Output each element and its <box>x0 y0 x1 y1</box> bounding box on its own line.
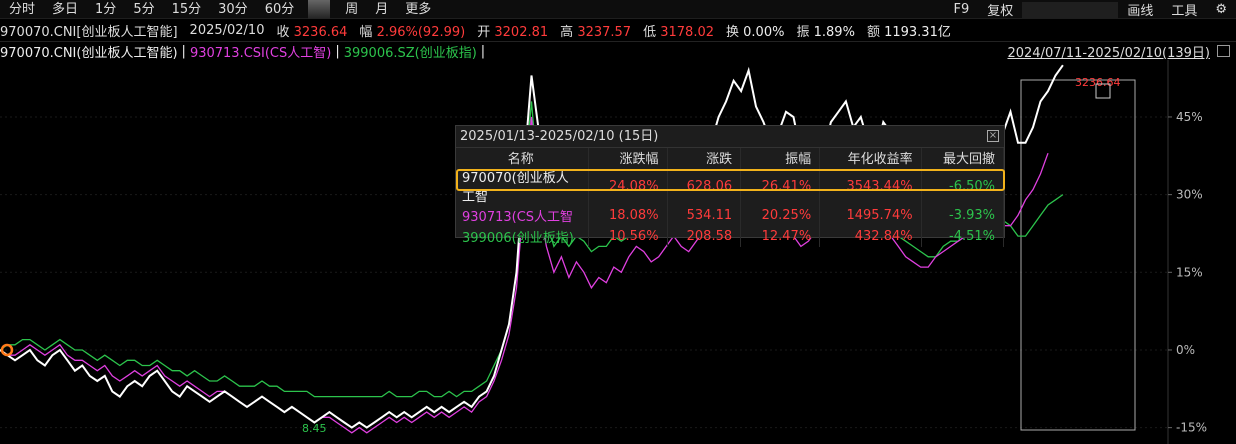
tab-60min[interactable]: 60分 <box>256 0 303 19</box>
close-value: 3236.64 <box>293 24 348 40</box>
panel-title: 2025/01/13-2025/02/10 (15日) <box>456 126 1004 148</box>
turnover-label: 换 <box>726 24 740 40</box>
row-name: 399006(创业板指) <box>456 226 589 247</box>
high-label: 高 <box>560 24 574 40</box>
col-name[interactable]: 名称 <box>456 148 589 167</box>
change-value: 2.96%(92.99) <box>376 24 466 40</box>
legend-series-1[interactable]: 970070.CNI(创业板人工智能) <box>0 42 178 61</box>
legend-sep-3: | <box>480 43 486 59</box>
amplitude-value: 1.89% <box>813 24 855 40</box>
row-change-pct: 18.08% <box>588 205 668 226</box>
table-row[interactable]: 399006(创业板指) 10.56% 208.58 12.47% 432.84… <box>456 226 1005 247</box>
quote-bar: 970070.CNI[创业板人工智能] 2025/02/10 收 3236.64… <box>0 20 1236 40</box>
toolbar: 分时 多日 1分 5分 15分 30分 60分 周 月 更多 F9 复权 画线 … <box>0 0 1236 19</box>
col-change[interactable]: 涨跌 <box>667 148 742 167</box>
col-annual-return[interactable]: 年化收益率 <box>819 148 922 167</box>
comparison-chart[interactable]: 45% 30% 15% 0% -15% 8.45 3236.64 <box>0 60 1236 444</box>
zoom-selection-box <box>1020 79 1136 431</box>
high-value: 3237.57 <box>577 24 632 40</box>
tab-15min[interactable]: 15分 <box>163 0 210 19</box>
col-amplitude[interactable]: 振幅 <box>740 148 821 167</box>
row-change: 208.58 <box>667 226 742 247</box>
amplitude-label: 振 <box>796 24 810 40</box>
f9-button[interactable]: F9 <box>945 2 979 17</box>
settings-box-icon[interactable] <box>1217 45 1230 57</box>
tab-5min[interactable]: 5分 <box>124 0 162 19</box>
table-header: 名称 涨跌幅 涨跌 振幅 年化收益率 最大回撤 <box>456 148 1005 167</box>
open-label: 开 <box>477 24 491 40</box>
tools-button[interactable]: 工具 <box>1162 0 1206 19</box>
row-max-drawdown: -3.93% <box>921 205 1005 226</box>
low-value: 3178.02 <box>660 24 714 40</box>
tab-1min[interactable]: 1分 <box>86 0 124 19</box>
legend-sep-2: | <box>335 43 340 59</box>
adjust-button[interactable]: 复权 <box>978 0 1022 19</box>
max-value-label: 3236.64 <box>1075 76 1121 89</box>
y-tick-label: 0% <box>1176 343 1195 357</box>
tab-multi-day[interactable]: 多日 <box>43 0 86 19</box>
toolbar-right: F9 复权 画线 工具 ⚙ <box>945 0 1236 19</box>
tab-week[interactable]: 周 <box>336 0 366 19</box>
low-label: 低 <box>643 24 657 40</box>
y-tick-label: 15% <box>1176 265 1203 279</box>
row-annual-return: 432.84% <box>819 226 922 247</box>
row-annual-return: 1495.74% <box>819 205 922 226</box>
row-max-drawdown: -4.51% <box>921 226 1005 247</box>
open-value: 3202.81 <box>494 24 549 40</box>
row-change-pct: 10.56% <box>588 226 668 247</box>
draw-line-button[interactable]: 画线 <box>1118 0 1162 19</box>
row-amplitude: 12.47% <box>740 226 821 247</box>
stats-table: 名称 涨跌幅 涨跌 振幅 年化收益率 最大回撤 970070(创业板人工智 24… <box>456 148 1005 247</box>
quote-date: 2025/02/10 <box>189 22 265 38</box>
gear-icon[interactable]: ⚙ <box>1206 2 1236 17</box>
y-tick-label: 30% <box>1176 188 1203 202</box>
col-max-drawdown[interactable]: 最大回撤 <box>921 148 1005 167</box>
y-tick-label: -15% <box>1176 421 1207 435</box>
date-range-link[interactable]: 2024/07/11-2025/02/10(139日) <box>1007 42 1210 61</box>
close-label: 收 <box>276 24 290 40</box>
y-tick-label: 45% <box>1176 110 1203 124</box>
quote-code: 970070.CNI[创业板人工智能] <box>0 24 178 40</box>
col-change-pct[interactable]: 涨跌幅 <box>588 148 668 167</box>
series-legend: 970070.CNI(创业板人工智能) | 930713.CSI(CS人工智) … <box>0 41 1236 61</box>
tab-daily-selected[interactable] <box>308 0 331 19</box>
change-label: 幅 <box>359 24 373 40</box>
row-name: 930713(CS人工智 <box>456 205 589 226</box>
row-change: 534.11 <box>667 205 742 226</box>
amount-label: 额 <box>866 24 880 40</box>
turnover-value: 0.00% <box>743 24 785 40</box>
row-amplitude: 20.25% <box>740 205 821 226</box>
min-value-label: 8.45 <box>302 422 327 435</box>
toolbar-spacer <box>1022 1 1119 18</box>
amount-value: 1193.31亿 <box>884 24 951 40</box>
legend-series-3[interactable]: 399006.SZ(创业板指) <box>344 42 477 61</box>
legend-sep-1: | <box>181 43 186 59</box>
tab-30min[interactable]: 30分 <box>209 0 256 19</box>
selected-row-highlight <box>456 169 1005 191</box>
tab-more[interactable]: 更多 <box>396 0 439 19</box>
tab-fenshi[interactable]: 分时 <box>0 0 43 19</box>
table-row[interactable]: 930713(CS人工智 18.08% 534.11 20.25% 1495.7… <box>456 205 1005 226</box>
tab-month[interactable]: 月 <box>366 0 396 19</box>
legend-series-2[interactable]: 930713.CSI(CS人工智) <box>190 42 331 61</box>
close-icon[interactable]: × <box>987 130 999 142</box>
